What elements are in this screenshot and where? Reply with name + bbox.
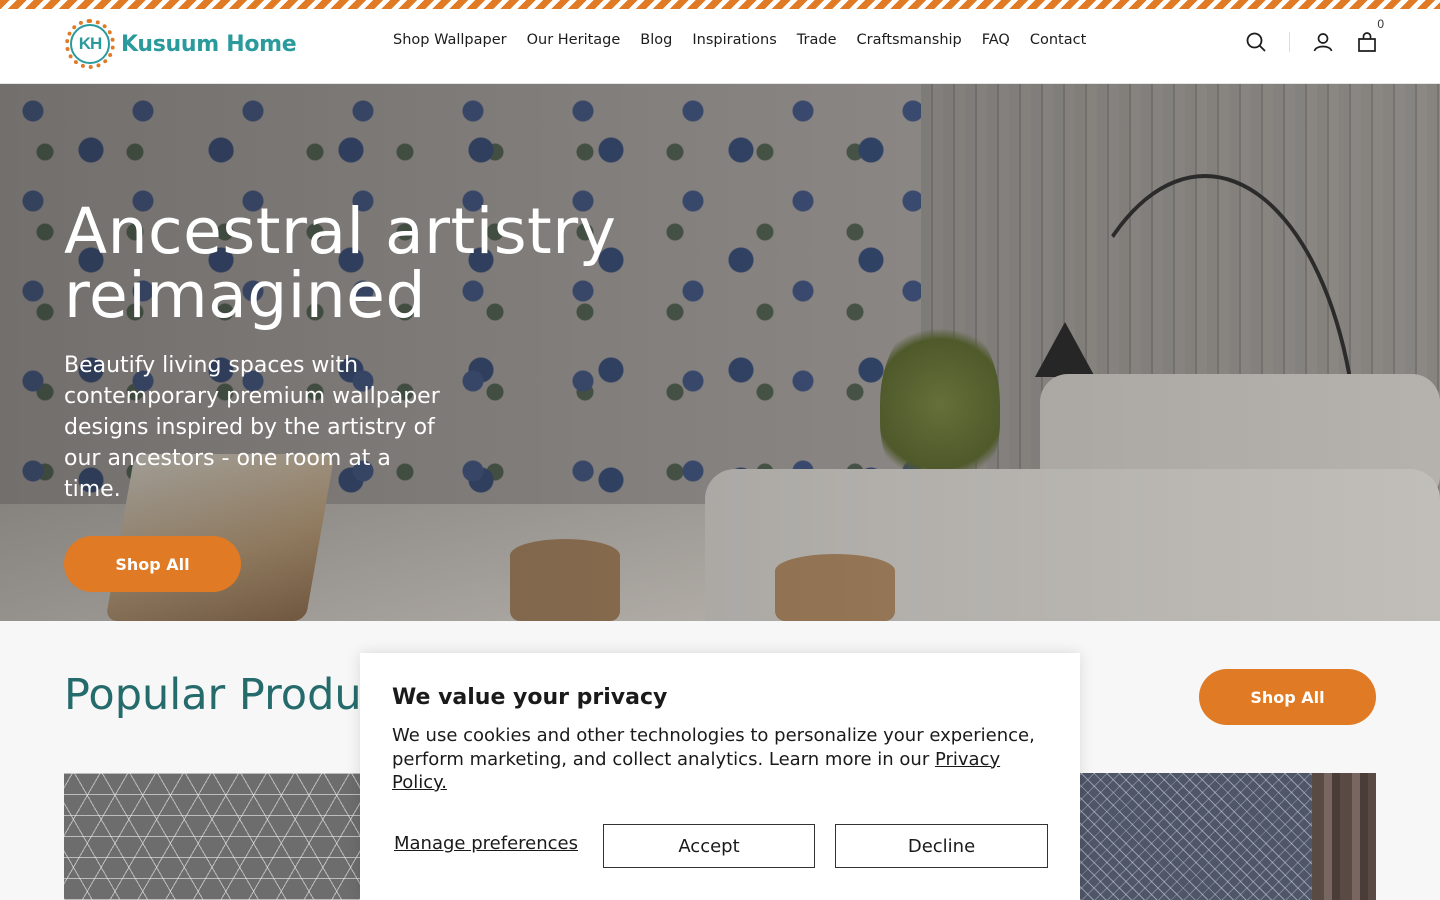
cookie-heading: We value your privacy	[392, 685, 668, 710]
nav-contact[interactable]: Contact	[1030, 32, 1086, 48]
shopping-bag-icon[interactable]: 0	[1354, 17, 1384, 55]
brand-name: Kusuum Home	[121, 31, 297, 57]
logo-mark: KH	[70, 24, 110, 64]
nav-blog[interactable]: Blog	[640, 32, 672, 48]
search-icon[interactable]	[1243, 29, 1269, 55]
product-card-image[interactable]	[1080, 773, 1312, 900]
header-actions: 0	[1243, 17, 1384, 55]
hero-shop-all-button[interactable]: Shop All	[64, 536, 241, 592]
cart-count: 0	[1377, 17, 1384, 31]
logo-badge: KH	[65, 19, 115, 69]
cookie-consent-dialog: We value your privacy We use cookies and…	[360, 653, 1080, 900]
manage-preferences-link[interactable]: Manage preferences	[394, 833, 578, 854]
decline-button[interactable]: Decline	[835, 824, 1048, 868]
nav-our-heritage[interactable]: Our Heritage	[527, 32, 621, 48]
nav-craftsmanship[interactable]: Craftsmanship	[857, 32, 962, 48]
product-card-image[interactable]	[64, 773, 360, 900]
hero-subtitle: Beautify living spaces with contemporary…	[64, 353, 440, 502]
accept-button[interactable]: Accept	[603, 824, 815, 868]
user-icon[interactable]	[1310, 29, 1336, 55]
site-header: KH Kusuum Home Shop Wallpaper Our Herita…	[0, 9, 1440, 84]
cookie-actions: Manage preferences Accept Decline	[392, 824, 1048, 868]
product-card-image-curtain	[1312, 773, 1376, 900]
hero-title: Ancestral artistry reimagined	[64, 195, 617, 332]
top-pattern-strip	[0, 0, 1440, 9]
cookie-body: We use cookies and other technologies to…	[392, 724, 1042, 795]
site-logo[interactable]: KH Kusuum Home	[65, 19, 297, 69]
nav-shop-wallpaper[interactable]: Shop Wallpaper	[393, 32, 507, 48]
nav-inspirations[interactable]: Inspirations	[692, 32, 776, 48]
hero-slider: Ancestral artistry reimagined Beautify l…	[0, 84, 1440, 621]
header-divider	[1289, 32, 1290, 52]
main-nav: Shop Wallpaper Our Heritage Blog Inspira…	[393, 32, 1106, 48]
nav-faq[interactable]: FAQ	[982, 32, 1010, 48]
popular-shop-all-button[interactable]: Shop All	[1199, 669, 1376, 725]
nav-trade[interactable]: Trade	[797, 32, 837, 48]
